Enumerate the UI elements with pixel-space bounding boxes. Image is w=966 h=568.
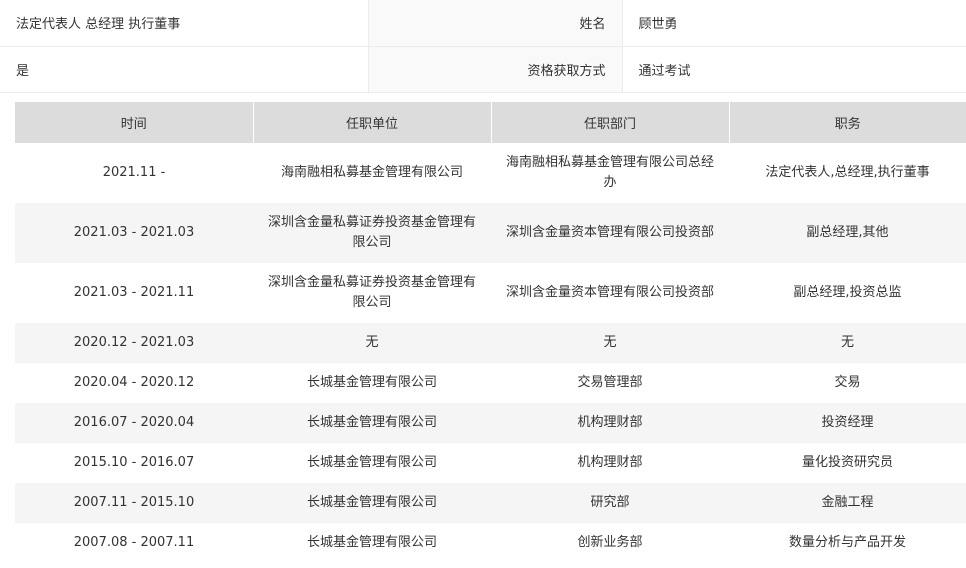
- table-row: 2015.10 - 2016.07 长城基金管理有限公司 机构理财部 量化投资研…: [15, 443, 966, 483]
- cell-time: 2021.11 -: [15, 143, 253, 203]
- info-row: 法定代表人 总经理 执行董事 姓名 顾世勇: [0, 0, 966, 47]
- cell-time: 2007.08 - 2007.11: [15, 523, 253, 563]
- cell-position: 副总经理,其他: [729, 203, 966, 263]
- cell-time: 2020.04 - 2020.12: [15, 363, 253, 403]
- history-header-row: 时间 任职单位 任职部门 职务: [15, 102, 966, 143]
- manager-info-table: 法定代表人 总经理 执行董事 姓名 顾世勇 是 资格获取方式 通过考试: [0, 0, 966, 93]
- cell-department: 研究部: [491, 483, 729, 523]
- header-company: 任职单位: [253, 102, 492, 143]
- table-row: 2021.11 - 海南融相私募基金管理有限公司 海南融相私募基金管理有限公司总…: [15, 143, 966, 203]
- cell-time: 2007.11 - 2015.10: [15, 483, 253, 523]
- cell-position: 量化投资研究员: [729, 443, 966, 483]
- cell-company: 海南融相私募基金管理有限公司: [253, 143, 491, 203]
- info-row: 是 资格获取方式 通过考试: [0, 46, 966, 93]
- cell-department: 无: [491, 323, 729, 363]
- table-row: 2007.11 - 2015.10 长城基金管理有限公司 研究部 金融工程: [15, 483, 966, 523]
- cell-time: 2020.12 - 2021.03: [15, 323, 253, 363]
- cell-company: 无: [253, 323, 491, 363]
- cell-time: 2015.10 - 2016.07: [15, 443, 253, 483]
- table-row: 2020.04 - 2020.12 长城基金管理有限公司 交易管理部 交易: [15, 363, 966, 403]
- cell-department: 海南融相私募基金管理有限公司总经办: [491, 143, 729, 203]
- table-row: 2007.08 - 2007.11 长城基金管理有限公司 创新业务部 数量分析与…: [15, 523, 966, 563]
- info-value-qualification: 通过考试: [622, 46, 966, 93]
- cell-company: 深圳含金量私募证券投资基金管理有限公司: [253, 203, 491, 263]
- cell-time: 2016.07 - 2020.04: [15, 403, 253, 443]
- header-time: 时间: [15, 102, 254, 143]
- cell-company: 长城基金管理有限公司: [253, 523, 491, 563]
- info-flag: 是: [0, 46, 368, 93]
- cell-department: 创新业务部: [491, 523, 729, 563]
- cell-position: 副总经理,投资总监: [729, 263, 966, 323]
- info-positions: 法定代表人 总经理 执行董事: [0, 0, 368, 47]
- info-value-name: 顾世勇: [622, 0, 966, 47]
- table-row: 2016.07 - 2020.04 长城基金管理有限公司 机构理财部 投资经理: [15, 403, 966, 443]
- cell-department: 机构理财部: [491, 443, 729, 483]
- table-row: 2020.12 - 2021.03 无 无 无: [15, 323, 966, 363]
- header-department: 任职部门: [491, 102, 730, 143]
- cell-company: 长城基金管理有限公司: [253, 403, 491, 443]
- employment-history-table: 时间 任职单位 任职部门 职务 2021.11 - 海南融相私募基金管理有限公司…: [15, 102, 966, 563]
- table-row: 2021.03 - 2021.11 深圳含金量私募证券投资基金管理有限公司 深圳…: [15, 263, 966, 323]
- cell-time: 2021.03 - 2021.03: [15, 203, 253, 263]
- cell-position: 数量分析与产品开发: [729, 523, 966, 563]
- cell-company: 长城基金管理有限公司: [253, 483, 491, 523]
- cell-time: 2021.03 - 2021.11: [15, 263, 253, 323]
- cell-company: 长城基金管理有限公司: [253, 443, 491, 483]
- cell-department: 交易管理部: [491, 363, 729, 403]
- cell-position: 投资经理: [729, 403, 966, 443]
- cell-position: 无: [729, 323, 966, 363]
- cell-department: 机构理财部: [491, 403, 729, 443]
- cell-department: 深圳含金量资本管理有限公司投资部: [491, 203, 729, 263]
- header-position: 职务: [729, 102, 966, 143]
- info-label-name: 姓名: [367, 0, 623, 47]
- cell-department: 深圳含金量资本管理有限公司投资部: [491, 263, 729, 323]
- cell-company: 长城基金管理有限公司: [253, 363, 491, 403]
- cell-company: 深圳含金量私募证券投资基金管理有限公司: [253, 263, 491, 323]
- cell-position: 交易: [729, 363, 966, 403]
- info-label-qualification: 资格获取方式: [367, 46, 623, 93]
- cell-position: 法定代表人,总经理,执行董事: [729, 143, 966, 203]
- cell-position: 金融工程: [729, 483, 966, 523]
- table-row: 2021.03 - 2021.03 深圳含金量私募证券投资基金管理有限公司 深圳…: [15, 203, 966, 263]
